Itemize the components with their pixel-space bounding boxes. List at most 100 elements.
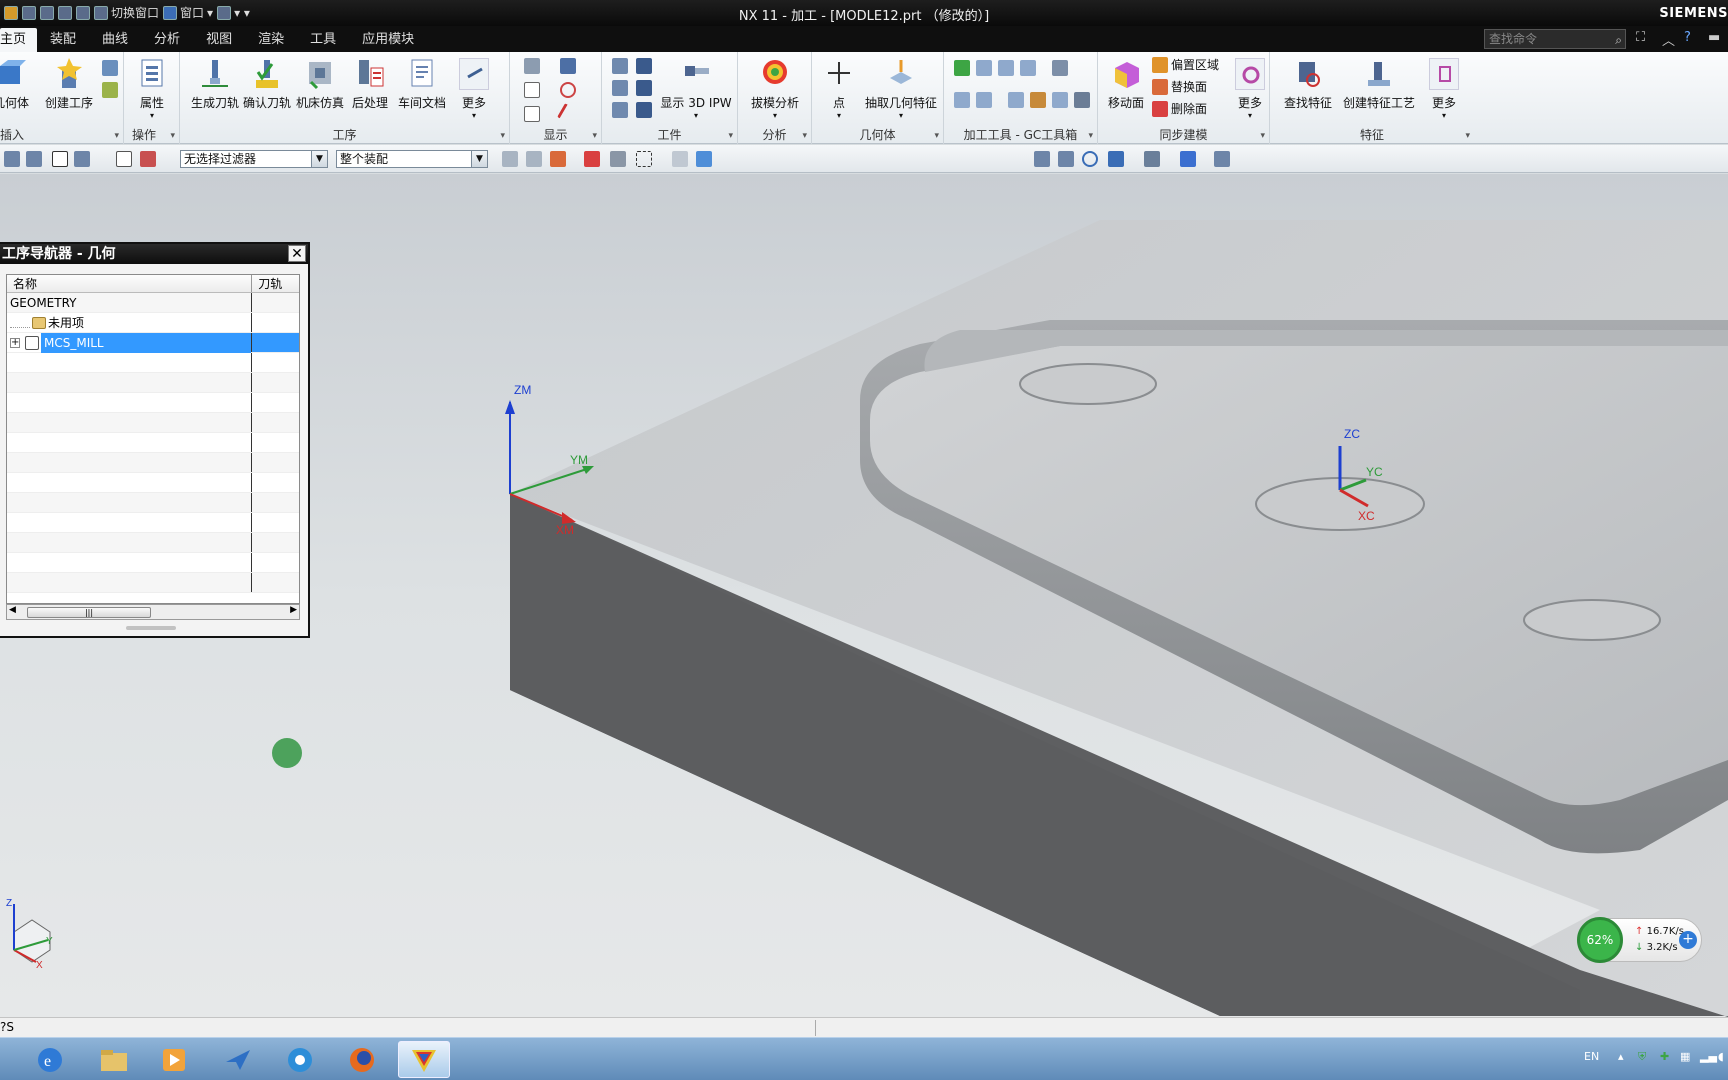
procedure-group-dropdown-icon[interactable]: ▾ — [500, 131, 505, 141]
workpiece-tool-4-icon[interactable] — [636, 80, 652, 96]
menu-icon[interactable] — [4, 151, 20, 167]
sync-group-dropdown-icon[interactable]: ▾ — [1260, 131, 1265, 141]
close-icon[interactable]: ✕ — [288, 245, 306, 262]
security-icon[interactable]: ⛨ — [1638, 1050, 1646, 1064]
create-geometry-button[interactable]: 几何体 — [0, 58, 36, 111]
operations-group-dropdown-icon[interactable]: ▾ — [170, 131, 175, 141]
command-search-input[interactable]: 查找命令 ⌕ — [1484, 29, 1626, 49]
display-group-dropdown-icon[interactable]: ▾ — [592, 131, 597, 141]
tab-render[interactable]: 渲染 — [245, 28, 297, 52]
postprocess-button[interactable]: 后处理 — [348, 58, 392, 111]
workpiece-group-dropdown-icon[interactable]: ▾ — [728, 131, 733, 141]
workpiece-tool-1-icon[interactable] — [612, 58, 628, 74]
signal-icon[interactable]: ▂▄ — [1700, 1050, 1717, 1063]
snap-1-icon[interactable] — [502, 151, 518, 167]
fit-view-icon[interactable] — [1034, 151, 1050, 167]
workpiece-tool-2-icon[interactable] — [636, 58, 652, 74]
geometry-group-dropdown-icon[interactable]: ▾ — [934, 131, 939, 141]
gc-check-icon[interactable] — [954, 60, 970, 76]
gc-tool-8-icon[interactable] — [1008, 92, 1024, 108]
section-view-icon[interactable] — [1214, 151, 1230, 167]
add-icon[interactable]: + — [1679, 931, 1697, 949]
gc-tool-3-icon[interactable] — [998, 60, 1014, 76]
taskbar-media-button[interactable] — [148, 1041, 200, 1078]
network-speed-widget[interactable]: 62% ↑ 16.7K/s ↓ 3.2K/s + — [1577, 917, 1702, 963]
snap-5-icon[interactable] — [610, 151, 626, 167]
scroll-thumb[interactable]: ||| — [27, 607, 151, 618]
scroll-right-icon[interactable]: ▶ — [290, 605, 297, 615]
tab-home[interactable]: 主页 — [0, 28, 38, 52]
verify-toolpath-button[interactable]: 确认刀轨 — [242, 58, 292, 111]
procedure-more-button[interactable]: 更多 ▾ — [454, 58, 494, 120]
orient-view-icon[interactable] — [1108, 151, 1124, 167]
find-feature-button[interactable]: 查找特征 — [1282, 58, 1334, 111]
snap-3-icon[interactable] — [550, 151, 566, 167]
gc-tool-10-icon[interactable] — [1052, 92, 1068, 108]
extract-geometry-button[interactable]: 抽取几何特征 ▾ — [862, 58, 940, 120]
view-triad[interactable]: Z Y X — [6, 898, 53, 971]
tree-row-geometry[interactable]: GEOMETRY — [7, 293, 299, 313]
display-sheet-icon[interactable] — [524, 106, 540, 122]
select-list-icon[interactable] — [74, 151, 90, 167]
analysis-group-dropdown-icon[interactable]: ▾ — [802, 131, 807, 141]
create-tool-icon[interactable] — [102, 82, 118, 98]
collapse-ribbon-icon[interactable]: ︿ — [1662, 30, 1675, 49]
tree-row-unused[interactable]: 未用项 — [7, 313, 299, 333]
point-button[interactable]: 点 ▾ — [824, 58, 854, 120]
gc-tool-2-icon[interactable] — [976, 60, 992, 76]
draft-analysis-button[interactable]: 拔模分析 ▾ — [744, 58, 806, 120]
rectangle-select-icon[interactable] — [636, 151, 652, 167]
generate-toolpath-button[interactable]: 生成刀轨 — [190, 58, 240, 111]
language-indicator[interactable]: EN — [1584, 1050, 1599, 1063]
minimize-ribbon-icon[interactable]: ▬ — [1708, 30, 1720, 45]
feature-more-button[interactable]: 更多 ▾ — [1426, 58, 1462, 120]
gc-tool-11-icon[interactable] — [1074, 92, 1090, 108]
help-icon[interactable]: ? — [1684, 30, 1691, 45]
show-3d-ipw-button[interactable]: 显示 3D IPW ▾ — [658, 58, 734, 120]
gc-tool-5-icon[interactable] — [1052, 60, 1068, 76]
create-operation-button[interactable]: 创建工序 — [40, 58, 98, 111]
insert-group-dropdown-icon[interactable]: ▾ — [114, 131, 119, 141]
workpiece-tool-6-icon[interactable] — [636, 102, 652, 118]
shade-icon[interactable] — [1180, 151, 1196, 167]
navigator-header[interactable]: 工序导航器 - 几何 ✕ — [0, 244, 308, 264]
taskbar-ie-button[interactable]: e — [24, 1041, 76, 1078]
tab-assembly[interactable]: 装配 — [37, 28, 89, 52]
program-view-icon[interactable] — [140, 151, 156, 167]
display-toolpath-icon[interactable] — [524, 58, 540, 74]
snap-4-icon[interactable] — [584, 151, 600, 167]
taskbar-nx-button[interactable] — [398, 1041, 450, 1078]
replace-face-button[interactable]: 替换面 — [1152, 78, 1207, 95]
gc-tool-9-icon[interactable] — [1030, 92, 1046, 108]
delete-face-button[interactable]: 删除面 — [1152, 100, 1207, 117]
volume-icon[interactable]: ◖ — [1718, 1050, 1724, 1063]
column-toolpath[interactable]: 刀轨 — [252, 275, 299, 292]
create-program-icon[interactable] — [102, 60, 118, 76]
machine-simulation-button[interactable]: 机床仿真 — [294, 58, 346, 111]
rotate-icon[interactable] — [1082, 151, 1098, 167]
scroll-left-icon[interactable]: ◀ — [9, 605, 16, 615]
taskbar-explorer-button[interactable] — [88, 1041, 140, 1078]
gc-tool-7-icon[interactable] — [976, 92, 992, 108]
tool-view-icon[interactable] — [116, 151, 132, 167]
tab-view[interactable]: 视图 — [193, 28, 245, 52]
tab-application[interactable]: 应用模块 — [349, 28, 427, 52]
display-target-icon[interactable] — [560, 82, 576, 98]
offset-region-button[interactable]: 偏置区域 — [1152, 56, 1219, 73]
display-list-icon[interactable] — [524, 82, 540, 98]
feature-group-dropdown-icon[interactable]: ▾ — [1465, 131, 1470, 141]
app-tray-icon[interactable]: ✚ — [1660, 1050, 1669, 1063]
tab-analysis[interactable]: 分析 — [141, 28, 193, 52]
create-feature-process-button[interactable]: 创建特征工艺 — [1340, 58, 1418, 111]
zoom-icon[interactable] — [1058, 151, 1074, 167]
select-face-icon[interactable] — [52, 151, 68, 167]
properties-button[interactable]: 属性 ▾ — [132, 58, 172, 120]
sync-more-button[interactable]: 更多 ▾ — [1234, 58, 1266, 120]
gc-tool-4-icon[interactable] — [1020, 60, 1036, 76]
cube-icon[interactable] — [696, 151, 712, 167]
search-icon[interactable]: ⌕ — [1615, 31, 1622, 49]
workpiece-tool-3-icon[interactable] — [612, 80, 628, 96]
show-hidden-icons-icon[interactable]: ▴ — [1618, 1050, 1624, 1063]
taskbar-app-network-button[interactable] — [274, 1041, 326, 1078]
gc-tool-6-icon[interactable] — [954, 92, 970, 108]
